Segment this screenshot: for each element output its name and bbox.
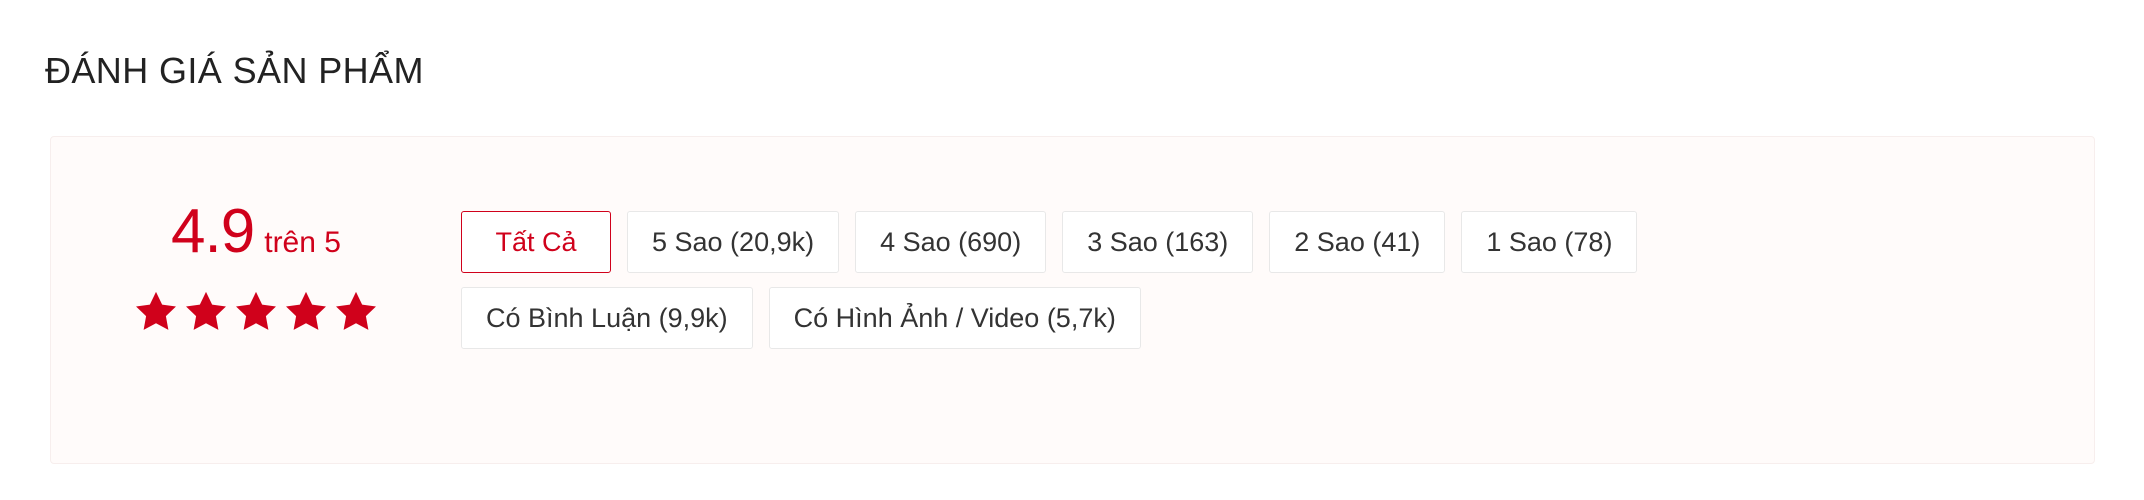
rating-stars — [134, 289, 378, 333]
star-icon — [136, 291, 176, 330]
review-filter-chip[interactable]: Có Hình Ảnh / Video (5,7k) — [768, 287, 1141, 349]
product-review-section: ĐÁNH GIÁ SẢN PHẨM 4.9 trên 5 Tất Cả 5 Sao… — [0, 0, 2144, 500]
review-filter-chip[interactable]: 2 Sao (41) — [1269, 211, 1446, 273]
rating-summary: 4.9 trên 5 — [51, 137, 461, 333]
review-filter-groups: Tất Cả 5 Sao (20,9k) 4 Sao (690) 3 Sao (163… — [461, 137, 2094, 349]
review-filter-row: Có Bình Luận (9,9k) Có Hình Ảnh / Video (… — [461, 287, 2064, 349]
review-filter-chip[interactable]: 5 Sao (20,9k) — [627, 211, 840, 273]
review-filter-row: Tất Cả 5 Sao (20,9k) 4 Sao (690) 3 Sao (163… — [461, 211, 2064, 273]
review-summary-panel: 4.9 trên 5 Tất Cả 5 Sao (20,9k) 4 Sao (690… — [50, 136, 2095, 464]
star-icon — [236, 291, 276, 330]
review-filter-chip[interactable]: 4 Sao (690) — [855, 211, 1047, 273]
star-icon — [286, 291, 326, 330]
rating-score-line: 4.9 trên 5 — [171, 201, 341, 263]
star-icon — [336, 291, 376, 330]
rating-out-of-label: trên 5 — [264, 226, 341, 259]
review-filter-chip[interactable]: 1 Sao (78) — [1461, 211, 1638, 273]
review-filter-chip[interactable]: Có Bình Luận (9,9k) — [461, 287, 753, 349]
star-icon — [186, 291, 226, 330]
review-filter-chip[interactable]: 3 Sao (163) — [1062, 211, 1254, 273]
review-filter-chip[interactable]: Tất Cả — [461, 211, 611, 273]
page-title: ĐÁNH GIÁ SẢN PHẨM — [45, 50, 424, 91]
rating-score-value: 4.9 — [171, 197, 255, 266]
